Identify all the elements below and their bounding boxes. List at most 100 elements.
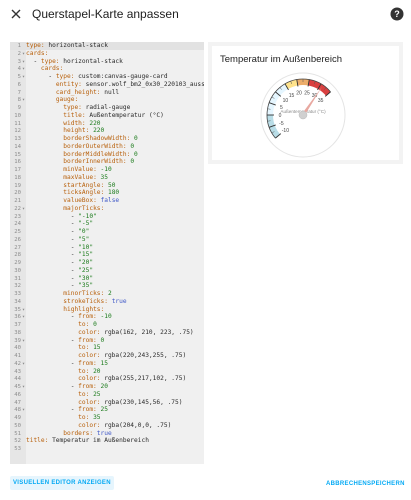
dialog: Querstapel-Karte anpassen ? 1 type: horiz… [0, 0, 411, 500]
code-token: - [33, 57, 41, 65]
code-line[interactable]: 4▾ cards: [10, 65, 204, 73]
code-line[interactable]: 47 color: rgba(230,145,56, .75) [10, 399, 204, 407]
code-line[interactable]: 39▾ - from: 0 [10, 337, 204, 345]
code-token: 0 [134, 135, 138, 142]
code-line[interactable]: 44 color: rgba(255,217,102, .75) [10, 375, 204, 383]
help-circle-icon[interactable]: ? [389, 6, 405, 22]
code-text: - from: 0 [26, 336, 105, 344]
code-line[interactable]: 1 type: horizontal-stack [10, 42, 204, 50]
show-visual-editor-button[interactable]: VISUELLEN EDITOR ANZEIGEN [10, 476, 114, 490]
code-text: color: rgba(255,217,102, .75) [26, 375, 186, 382]
code-line[interactable]: 17 minValue: -10 [10, 166, 204, 174]
code-line[interactable]: 9 type: radial-gauge [10, 104, 204, 112]
code-line[interactable]: 15 borderMiddleWidth: 0 [10, 151, 204, 159]
code-token: true [96, 429, 112, 437]
code-line[interactable]: 12 height: 220 [10, 127, 204, 135]
code-text: gauge: [26, 96, 78, 103]
code-line[interactable]: 43 to: 20 [10, 368, 204, 376]
code-token: "35" [78, 282, 94, 290]
code-token: to: [78, 321, 94, 328]
code-line[interactable]: 31 - "30" [10, 275, 204, 283]
code-line[interactable]: 38 color: rgba(162, 210, 223, .75) [10, 329, 204, 337]
close-icon[interactable] [8, 6, 24, 22]
code-line[interactable]: 26 - "5" [10, 236, 204, 244]
code-line[interactable]: 18 maxValue: 35 [10, 174, 204, 182]
code-text: title: Außentemperatur (°C) [26, 112, 164, 119]
code-line[interactable]: 7 card_height: null [10, 89, 204, 97]
code-token: true [111, 297, 127, 305]
gauge-needle-hub [298, 110, 308, 120]
save-button[interactable]: SPEICHERN [367, 481, 405, 487]
code-line[interactable]: 29 - "20" [10, 259, 204, 267]
code-line[interactable]: 51 borders: true [10, 430, 204, 438]
code-line[interactable]: 53 [10, 445, 204, 453]
code-line[interactable]: 16 borderInnerWidth: 0 [10, 158, 204, 166]
code-line[interactable]: 6 entity: sensor.wolf_bm2_0x30_220103_au… [10, 81, 204, 89]
code-line[interactable]: 24 - "-5" [10, 220, 204, 228]
code-line[interactable]: 21 valueBox: false [10, 197, 204, 205]
code-text: - from: 25 [26, 406, 108, 413]
code-text: - "5" [26, 236, 90, 243]
code-text: color: rgba(230,145,56, .75) [26, 399, 182, 406]
code-token: null [104, 88, 120, 96]
code-token: borders: [63, 429, 97, 437]
code-line[interactable]: 36▾ - from: -10 [10, 313, 204, 321]
code-text: minValue: -10 [26, 166, 111, 173]
code-token: horizontal-stack [63, 57, 123, 65]
code-line[interactable]: 13 borderShadowWidth: 0 [10, 135, 204, 143]
code-text: valueBox: false [26, 197, 119, 204]
code-line[interactable]: 23 - "-10" [10, 213, 204, 221]
code-line[interactable]: 30 - "25" [10, 267, 204, 275]
code-text: borderMiddleWidth: 0 [26, 151, 138, 158]
code-line[interactable]: 35▾ highlights: [10, 306, 204, 314]
code-line[interactable]: 34 strokeTicks: true [10, 298, 204, 306]
code-line[interactable]: 32 - "35" [10, 282, 204, 290]
code-line[interactable]: 10 title: Außentemperatur (°C) [10, 112, 204, 120]
code-line[interactable]: 45▾ - from: 20 [10, 383, 204, 391]
code-line[interactable]: 27 - "10" [10, 244, 204, 252]
code-token: from: [78, 406, 101, 414]
code-line[interactable]: 28 - "15" [10, 251, 204, 259]
code-line[interactable]: 33 minorTicks: 2 [10, 290, 204, 298]
cancel-button[interactable]: ABBRECHEN [326, 481, 367, 487]
code-line[interactable]: 52 title: Temperatur im Außenbereich [10, 437, 204, 445]
code-token: minValue: [63, 166, 101, 173]
code-line[interactable]: 25 - "0" [10, 228, 204, 236]
code-text: to: 15 [26, 344, 100, 351]
code-text: type: radial-gauge [26, 104, 130, 111]
code-line[interactable]: 22▾ majorTicks: [10, 205, 204, 213]
code-line[interactable]: 42▾ - from: 15 [10, 360, 204, 368]
code-line[interactable]: 41 color: rgba(220,243,255, .75) [10, 352, 204, 360]
code-line[interactable]: 48▾ - from: 25 [10, 406, 204, 414]
code-line[interactable]: 50 color: rgba(204,0,0, .75) [10, 422, 204, 430]
code-token: "15" [78, 251, 94, 259]
code-line[interactable]: 2▾cards: [10, 50, 204, 58]
code-line[interactable]: 20 ticksAngle: 180 [10, 189, 204, 197]
code-line[interactable]: 11 width: 220 [10, 120, 204, 128]
code-token: 0 [93, 321, 97, 328]
code-line[interactable]: 49 to: 35 [10, 414, 204, 422]
code-text: to: 35 [26, 414, 100, 421]
code-token: cards: [26, 49, 49, 57]
code-line[interactable]: 3▾ - type: horizontal-stack [10, 58, 204, 66]
code-text: - "15" [26, 251, 93, 258]
code-line[interactable]: 14 borderOuterWidth: 0 [10, 143, 204, 151]
code-line[interactable]: 8▾ gauge: [10, 96, 204, 104]
code-line[interactable]: 37 to: 0 [10, 321, 204, 329]
code-token: 180 [107, 189, 120, 197]
code-token: from: [78, 336, 101, 344]
code-line[interactable]: 5▾ - type: custom:canvas-gauge-card [10, 73, 204, 81]
code-line[interactable]: 46 to: 25 [10, 391, 204, 399]
yaml-code-editor[interactable]: 1 type: horizontal-stack 2▾cards: 3▾ - type… [10, 42, 204, 464]
code-line[interactable]: 19 startAngle: 50 [10, 182, 204, 190]
code-line[interactable]: 40 to: 15 [10, 344, 204, 352]
